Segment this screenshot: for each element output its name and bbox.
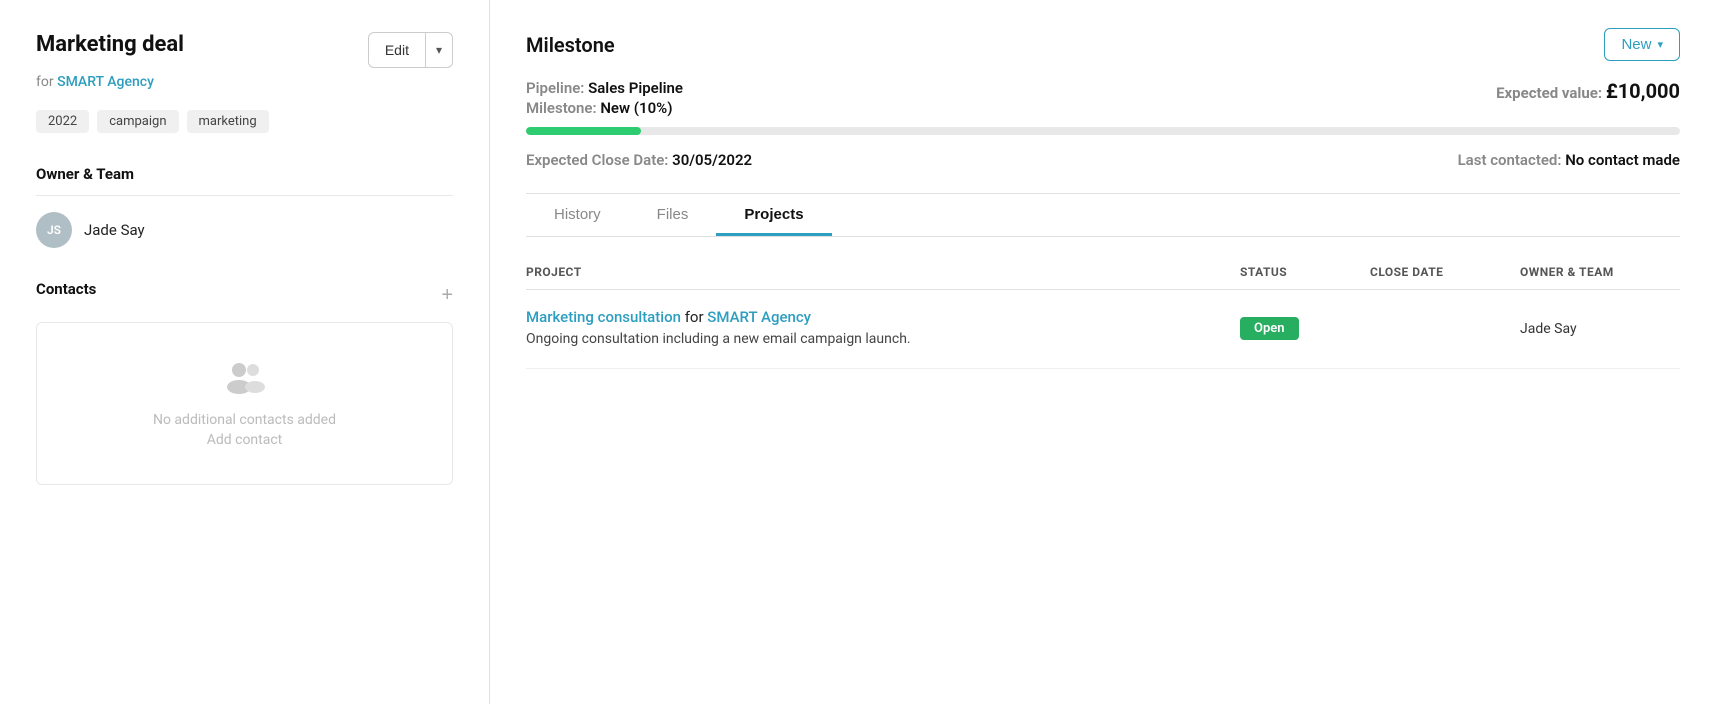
project-status-cell: Open <box>1240 317 1370 340</box>
col-header-status: STATUS <box>1240 265 1370 279</box>
avatar: JS <box>36 212 72 248</box>
edit-dropdown-button[interactable]: ▾ <box>426 37 452 63</box>
close-date-prefix: Expected Close Date: <box>526 151 672 169</box>
status-badge: Open <box>1240 317 1299 340</box>
contacts-header: Contacts + <box>36 280 453 310</box>
deal-header: Marketing deal Edit ▾ <box>36 32 453 68</box>
milestone-label: Milestone: New (10%) <box>526 99 683 117</box>
close-date-value: 30/05/2022 <box>672 151 752 169</box>
table-row: Marketing consultation for SMART Agency … <box>526 290 1680 369</box>
project-agency-link[interactable]: SMART Agency <box>707 308 811 326</box>
owner-row: JS Jade Say <box>36 212 453 248</box>
last-contacted: Last contacted: No contact made <box>1458 151 1680 169</box>
pipeline-prefix: Pipeline: <box>526 79 588 97</box>
contacts-empty-icon <box>57 359 432 404</box>
pipeline-info: Pipeline: Sales Pipeline Milestone: New … <box>526 79 1680 117</box>
projects-table: PROJECT STATUS CLOSE DATE OWNER & TEAM M… <box>526 237 1680 369</box>
expected-value-amount: £10,000 <box>1606 79 1680 103</box>
progress-bar-fill <box>526 127 641 135</box>
pipeline-value: Sales Pipeline <box>588 79 683 97</box>
deal-title: Marketing deal <box>36 32 184 57</box>
pipeline-label: Pipeline: Sales Pipeline <box>526 79 683 97</box>
no-contacts-text: No additional contacts added <box>57 412 432 428</box>
pipeline-left: Pipeline: Sales Pipeline Milestone: New … <box>526 79 683 117</box>
milestone-prefix: Milestone: <box>526 99 600 117</box>
col-header-close-date: CLOSE DATE <box>1370 265 1520 279</box>
chevron-down-icon: ▾ <box>1657 38 1663 51</box>
left-panel: Marketing deal Edit ▾ for SMART Agency 2… <box>0 0 490 704</box>
last-contacted-value: No contact made <box>1565 151 1680 169</box>
tab-files[interactable]: Files <box>629 194 717 236</box>
new-button[interactable]: New ▾ <box>1604 28 1680 61</box>
for-text: for <box>36 74 54 90</box>
last-contacted-prefix: Last contacted: <box>1458 151 1566 169</box>
edit-button-group: Edit ▾ <box>368 32 453 68</box>
contacts-empty: No additional contacts added Add contact <box>36 322 453 485</box>
tag-2022: 2022 <box>36 110 89 133</box>
owner-name: Jade Say <box>84 221 145 239</box>
agency-link[interactable]: SMART Agency <box>57 74 154 90</box>
project-info: Marketing consultation for SMART Agency … <box>526 308 1240 350</box>
tab-history[interactable]: History <box>526 194 629 236</box>
tags-container: 2022 campaign marketing <box>36 110 453 133</box>
right-panel: Milestone New ▾ Pipeline: Sales Pipeline… <box>490 0 1716 704</box>
edit-button[interactable]: Edit <box>369 36 425 64</box>
col-header-project: PROJECT <box>526 265 1240 279</box>
project-owner: Jade Say <box>1520 321 1680 337</box>
project-desc: Ongoing consultation including a new ema… <box>526 330 1240 350</box>
add-contact-button[interactable]: + <box>441 285 453 305</box>
progress-bar-container <box>526 127 1680 135</box>
tabs-bar: History Files Projects <box>526 194 1680 237</box>
col-header-owner: OWNER & TEAM <box>1520 265 1680 279</box>
tab-projects[interactable]: Projects <box>716 194 831 236</box>
close-info: Expected Close Date: 30/05/2022 Last con… <box>526 151 1680 169</box>
project-for: for <box>685 308 708 326</box>
project-link-line: Marketing consultation for SMART Agency <box>526 308 1240 326</box>
table-header-row: PROJECT STATUS CLOSE DATE OWNER & TEAM <box>526 265 1680 290</box>
owner-section-title: Owner & Team <box>36 165 453 183</box>
add-contact-link[interactable]: Add contact <box>57 432 432 448</box>
tag-campaign: campaign <box>97 110 178 133</box>
milestone-title: Milestone <box>526 33 615 57</box>
for-agency: for SMART Agency <box>36 74 453 90</box>
close-date-label: Expected Close Date: 30/05/2022 <box>526 151 752 169</box>
owner-divider <box>36 195 453 196</box>
expected-value: Expected value: £10,000 <box>1496 79 1680 103</box>
contacts-section-title: Contacts <box>36 280 96 298</box>
new-button-label: New <box>1621 36 1651 53</box>
milestone-header: Milestone New ▾ <box>526 28 1680 61</box>
tag-marketing: marketing <box>187 110 269 133</box>
milestone-value: New (10%) <box>600 99 672 117</box>
expected-value-prefix: Expected value: <box>1496 84 1606 102</box>
project-link[interactable]: Marketing consultation <box>526 308 681 326</box>
